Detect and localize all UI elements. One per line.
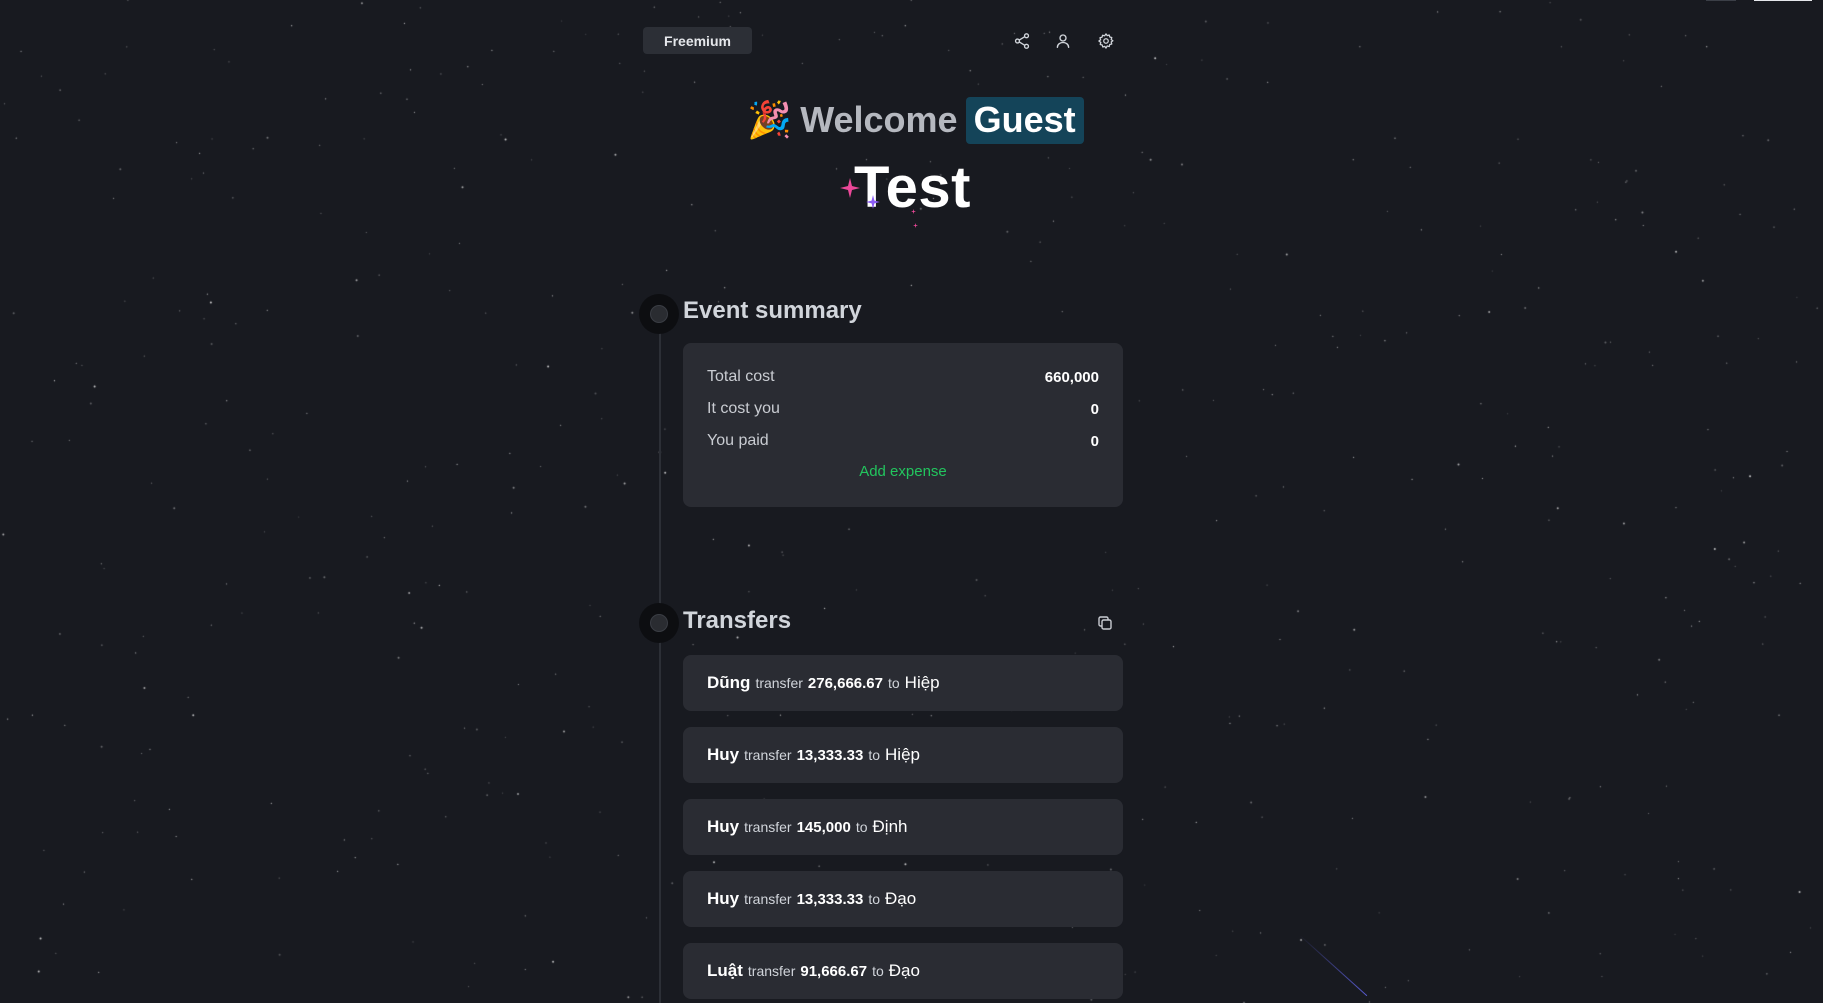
transfer-item: Huy transfer 13,333.33 to Hiệp	[683, 727, 1123, 783]
sparkle-icon	[913, 223, 918, 228]
transfer-amount: 91,666.67	[800, 962, 868, 980]
welcome-heading: 🎉 Welcome Guest	[0, 96, 1823, 144]
transfer-to-word: to	[887, 675, 900, 691]
sparkle-icon	[911, 209, 916, 214]
sparkle-icon	[866, 195, 880, 209]
transfer-to-word: to	[872, 963, 884, 979]
summary-value: 0	[1090, 432, 1099, 450]
event-summary-card: Total cost 660,000 It cost you 0 You pai…	[683, 343, 1123, 507]
timeline-line	[659, 315, 661, 1003]
share-icon[interactable]	[1009, 28, 1035, 54]
transfer-from: Huy	[707, 817, 740, 836]
transfer-to: Đạo	[885, 889, 917, 908]
transfer-to: Đạo	[888, 961, 920, 980]
timeline-dot	[639, 603, 679, 643]
transfer-verb: transfer	[744, 747, 792, 763]
transfer-to: Hiệp	[904, 673, 940, 692]
transfers-title: Transfers	[683, 607, 792, 634]
summary-row-total-cost: Total cost 660,000	[707, 361, 1099, 393]
add-expense-link[interactable]: Add expense	[707, 463, 1099, 480]
transfer-item: Huy transfer 145,000 to Định	[683, 799, 1123, 855]
transfer-amount: 13,333.33	[796, 746, 864, 764]
user-icon[interactable]	[1050, 28, 1076, 54]
transfer-verb: transfer	[755, 675, 803, 691]
summary-label: You paid	[707, 432, 769, 449]
transfer-from: Huy	[707, 889, 740, 908]
settings-icon[interactable]	[1093, 28, 1119, 54]
transfer-item: Luật transfer 91,666.67 to Đạo	[683, 943, 1123, 999]
transfer-to-word: to	[855, 819, 868, 835]
summary-value: 660,000	[1044, 368, 1099, 386]
summary-row-you-paid: You paid 0	[707, 425, 1099, 457]
transfer-from: Dũng	[707, 673, 751, 692]
transfer-verb: transfer	[744, 819, 792, 835]
transfer-from: Huy	[707, 745, 740, 764]
transfer-to: Hiệp	[885, 745, 920, 764]
transfer-to-word: to	[868, 891, 881, 907]
summary-value: 0	[1090, 400, 1099, 418]
party-popper-icon: 🎉	[747, 99, 793, 140]
summary-row-it-cost-you: It cost you 0	[707, 393, 1099, 425]
transfer-amount: 13,333.33	[796, 890, 864, 908]
transfer-from: Luật	[707, 961, 743, 980]
summary-label: Total cost	[707, 368, 775, 385]
transfer-to-word: to	[868, 747, 881, 763]
transfer-item: Dũng transfer 276,666.67 to Hiệp	[683, 655, 1123, 711]
sparkle-icon	[840, 178, 860, 198]
main-content: Freemium 🎉 Welcome Guest Test Event summ…	[0, 0, 1823, 1003]
plan-badge[interactable]: Freemium	[643, 27, 752, 54]
copy-icon[interactable]	[1094, 612, 1116, 634]
event-summary-title: Event summary	[683, 297, 862, 324]
summary-label: It cost you	[707, 400, 780, 417]
guest-badge: Guest	[965, 96, 1084, 144]
transfer-amount: 145,000	[796, 818, 851, 836]
transfer-verb: transfer	[747, 963, 796, 979]
transfer-amount: 276,666.67	[807, 674, 883, 692]
transfer-item: Huy transfer 13,333.33 to Đạo	[683, 871, 1123, 927]
welcome-text: Welcome	[800, 99, 958, 140]
transfer-verb: transfer	[744, 891, 792, 907]
transfer-to: Định	[872, 817, 908, 836]
timeline-dot	[639, 294, 679, 334]
